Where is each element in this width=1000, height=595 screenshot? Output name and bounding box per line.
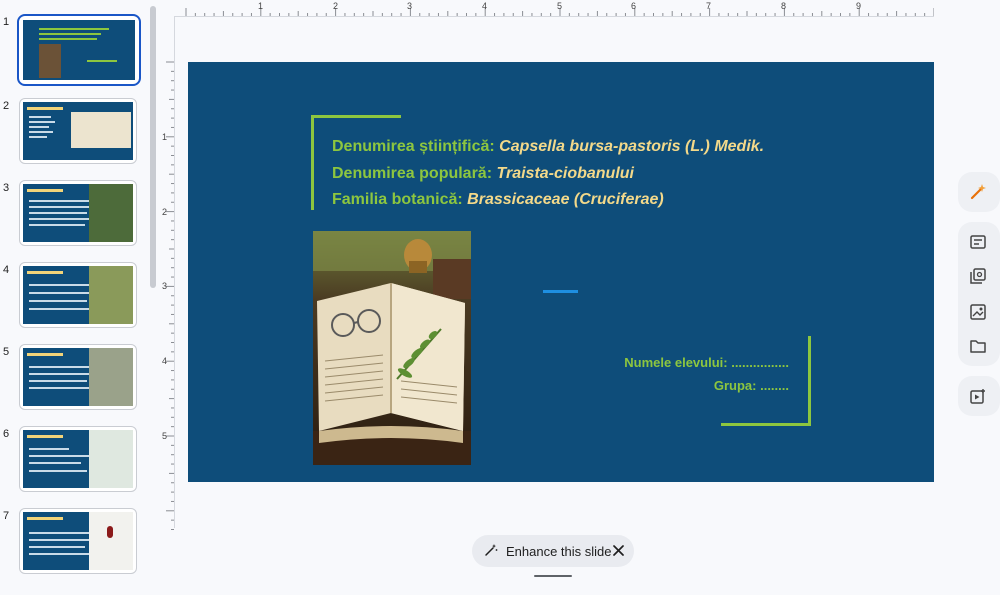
slide-thumbnail-7[interactable] [19, 508, 137, 574]
speaker-notes-icon[interactable] [960, 224, 996, 260]
vertical-ruler: 1 2 3 4 5 [160, 20, 174, 530]
popular-name-value: Traista-ciobanului [496, 165, 634, 182]
filmstrip-scrollbar[interactable] [150, 6, 156, 288]
slides-library-icon[interactable] [960, 258, 996, 294]
slide-thumbnail-6[interactable] [19, 426, 137, 492]
gemini-group [958, 172, 1000, 212]
botanical-family-label: Familia botanică: [332, 191, 463, 208]
ruler-number: 2 [333, 1, 339, 11]
ruler-number: 1 [258, 1, 264, 11]
close-icon[interactable] [613, 544, 624, 559]
title-placeholder-dash [543, 290, 578, 293]
bracket-decoration [311, 115, 314, 210]
slide-number: 5 [3, 346, 10, 358]
student-name-field[interactable]: Numele elevului: ................ [624, 355, 789, 370]
ruler-number: 2 [162, 207, 168, 217]
gemini-sparkle-icon[interactable] [960, 174, 996, 210]
slide-thumbnail-3[interactable] [19, 180, 137, 246]
popular-name-label: Denumirea populară: [332, 165, 493, 182]
enhance-slide-label: Enhance this slide [506, 543, 612, 559]
tools-group [958, 222, 1000, 366]
horizontal-ruler: 1 2 3 4 5 6 7 8 9 [172, 0, 934, 16]
slide-thumbnail-4[interactable] [19, 262, 137, 328]
bracket-decoration [721, 423, 811, 426]
student-group-field[interactable]: Grupa: ........ [714, 378, 789, 393]
ruler-number: 8 [781, 1, 787, 11]
slide-number: 7 [3, 510, 10, 522]
ruler-number: 1 [162, 132, 168, 142]
enhance-slide-button[interactable]: Enhance this slide [472, 535, 634, 567]
ruler-number: 3 [407, 1, 413, 11]
ruler-number: 5 [162, 431, 168, 441]
ruler-number: 6 [631, 1, 637, 11]
slide-number: 3 [3, 182, 10, 194]
bracket-decoration [311, 115, 401, 118]
botanical-family-value: Brassicaceae (Cruciferae) [467, 191, 664, 208]
slide-number: 2 [3, 100, 10, 112]
ruler-number: 4 [162, 356, 168, 366]
slide-filmstrip: 1 2 3 4 5 6 7 [0, 0, 160, 595]
scientific-name-label: Denumirea științifică: [332, 138, 495, 155]
canvas-border [174, 16, 934, 17]
magic-wand-icon [484, 543, 498, 560]
scientific-name-value: Capsella bursa-pastoris (L.) Medik. [499, 138, 765, 155]
insert-image-icon[interactable] [960, 294, 996, 330]
slide-number: 6 [3, 428, 10, 440]
bracket-decoration [808, 336, 811, 426]
canvas-border [174, 16, 175, 528]
botanical-family-line[interactable]: Familia botanică: Brassicaceae (Crucifer… [332, 191, 664, 209]
slide-thumbnail-5[interactable] [19, 344, 137, 410]
video-group [958, 376, 1000, 416]
ruler-number: 4 [482, 1, 488, 11]
slide-number: 1 [3, 16, 10, 28]
slide-number: 4 [3, 264, 10, 276]
ruler-number: 5 [557, 1, 563, 11]
ruler-number: 7 [706, 1, 712, 11]
video-slide-icon[interactable] [960, 378, 996, 414]
scientific-name-line[interactable]: Denumirea științifică: Capsella bursa-pa… [332, 138, 764, 156]
herbarium-book-photo[interactable] [313, 231, 471, 465]
panel-resize-handle[interactable] [534, 575, 572, 577]
slide-canvas[interactable]: Denumirea științifică: Capsella bursa-pa… [188, 62, 934, 482]
slide-thumbnail-1[interactable] [17, 14, 141, 86]
ruler-number: 9 [856, 1, 862, 11]
folder-icon[interactable] [960, 328, 996, 364]
slide-thumbnail-2[interactable] [19, 98, 137, 164]
popular-name-line[interactable]: Denumirea populară: Traista-ciobanului [332, 165, 634, 183]
ruler-number: 3 [162, 281, 168, 291]
